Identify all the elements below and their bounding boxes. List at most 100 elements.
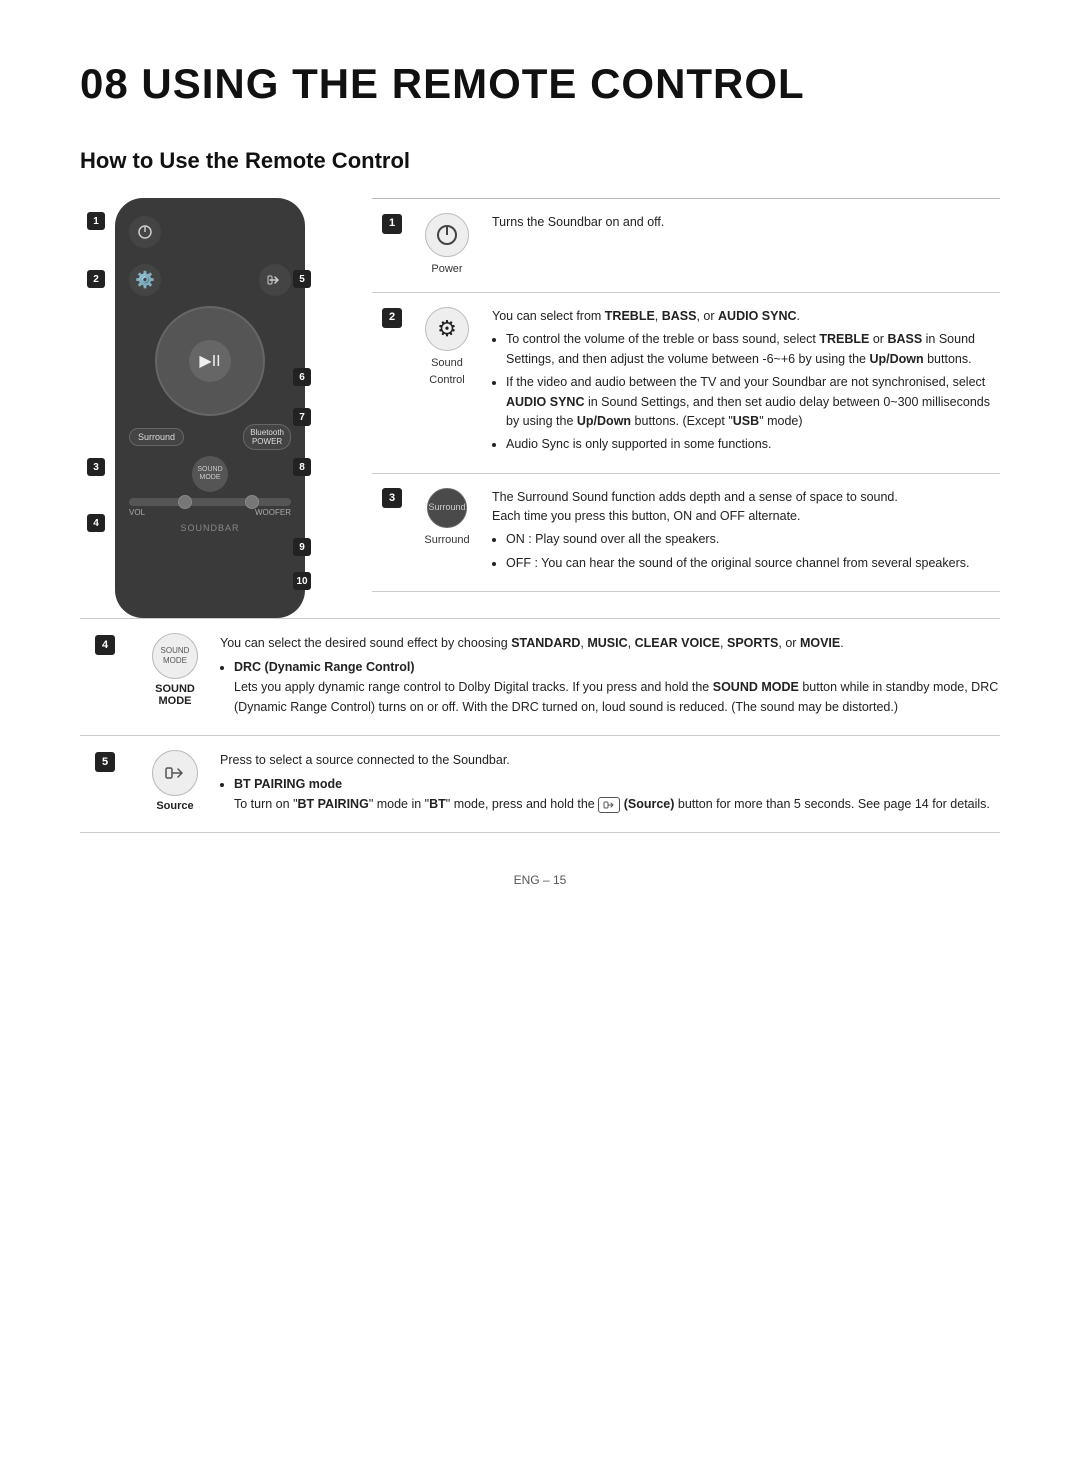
- row2-bullet-list: To control the volume of the treble or b…: [506, 330, 990, 454]
- row5-description: Press to select a source connected to th…: [220, 750, 1000, 818]
- source-button[interactable]: [259, 264, 291, 296]
- remote-label-3: 3: [87, 458, 105, 476]
- slider-track: [129, 498, 291, 506]
- row2-badge: 2: [382, 308, 402, 328]
- slider-handle-woofer[interactable]: [245, 495, 259, 509]
- descriptions-section: 1 Power Turns the Soundbar on and off.: [372, 198, 1000, 618]
- soundbar-label: SOUNDBAR: [129, 523, 291, 533]
- bt-pairing-heading: BT PAIRING mode: [234, 777, 342, 791]
- bass-bold: BASS: [662, 309, 697, 323]
- row5-icon-cell: Source: [130, 750, 220, 818]
- row5-num: 5: [80, 750, 130, 818]
- row4-icon-label: SOUND MODE: [140, 683, 210, 707]
- remote-label-9: 9: [293, 538, 311, 556]
- source-bold: (Source): [624, 797, 675, 811]
- remote-label-2: 2: [87, 270, 105, 288]
- remote-row-2: ⚙️: [129, 264, 291, 296]
- woofer-label: WOOFER: [255, 508, 291, 517]
- descriptions-table: 1 Power Turns the Soundbar on and off.: [372, 198, 1000, 592]
- movie-bold: MOVIE: [800, 636, 840, 650]
- row5-bullet-list: BT PAIRING mode To turn on "BT PAIRING" …: [234, 774, 1000, 814]
- page-title: 08 USING THE REMOTE CONTROL: [80, 60, 1000, 108]
- table-row-1: 1 Power Turns the Soundbar on and off.: [372, 199, 1000, 293]
- remote-label-8: 8: [293, 458, 311, 476]
- standard-bold: STANDARD: [511, 636, 580, 650]
- remote-label-4: 4: [87, 514, 105, 532]
- slider-labels: VOL WOOFER: [129, 508, 291, 517]
- remote-body: ⚙️ ▶II Surround: [115, 198, 305, 618]
- section-title: How to Use the Remote Control: [80, 148, 1000, 174]
- source-icon-circle: [152, 750, 198, 796]
- row1-icon-label: Power: [422, 261, 472, 278]
- remote-label-1: 1: [87, 212, 105, 230]
- sound-mode-icon-circle: SOUNDMODE: [152, 633, 198, 679]
- vol-label: VOL: [129, 508, 145, 517]
- power-icon-circle: [425, 213, 469, 257]
- row3-icon-cell: Surround Surround: [412, 473, 482, 592]
- play-pause-button[interactable]: ▶II: [189, 340, 231, 382]
- row4-badge: 4: [95, 635, 115, 655]
- sound-control-icon-circle: ⚙: [425, 307, 469, 351]
- bluetooth-power-button[interactable]: BluetoothPOWER: [243, 424, 291, 450]
- treble-bold: TREBLE: [605, 309, 655, 323]
- source-icon-inline: [603, 799, 615, 811]
- table-row-3: 3 Surround Surround The Surround Sound f…: [372, 473, 1000, 592]
- audio-sync-bold: AUDIO SYNC: [718, 309, 796, 323]
- row3-num: 3: [372, 473, 412, 592]
- row2-description: You can select from TREBLE, BASS, or AUD…: [482, 293, 1000, 474]
- remote-slider-row: VOL WOOFER: [129, 498, 291, 517]
- row2-bullet-2: If the video and audio between the TV an…: [506, 373, 990, 431]
- remote-row-surround: Surround BluetoothPOWER: [129, 424, 291, 450]
- clear-voice-bold: CLEAR VOICE: [635, 636, 720, 650]
- drc-heading: DRC (Dynamic Range Control): [234, 660, 415, 674]
- page-number: ENG – 15: [514, 873, 567, 887]
- remote-container: 1 2 3 4 5 6 7 8 9 10: [105, 198, 315, 618]
- nav-ring[interactable]: ▶II: [155, 306, 265, 416]
- row5-bullet-1: BT PAIRING mode To turn on "BT PAIRING" …: [234, 774, 1000, 814]
- music-bold: MUSIC: [587, 636, 627, 650]
- sound-mode-container: SOUNDMODE: [129, 456, 291, 492]
- bottom-row-5: 5 Source Press to select a source connec…: [80, 736, 1000, 833]
- row3-bullet-list: ON : Play sound over all the speakers. O…: [506, 530, 990, 573]
- row3-bullet-2: OFF : You can hear the sound of the orig…: [506, 554, 990, 573]
- surround-button[interactable]: Surround: [129, 428, 184, 446]
- row4-icon-cell: SOUNDMODE SOUND MODE: [130, 633, 220, 721]
- slider-handle-vol[interactable]: [178, 495, 192, 509]
- row2-bullet-1: To control the volume of the treble or b…: [506, 330, 990, 369]
- row3-bullet-1: ON : Play sound over all the speakers.: [506, 530, 990, 549]
- row4-bullet-list: DRC (Dynamic Range Control) Lets you app…: [234, 657, 1000, 717]
- table-row-2: 2 ⚙ Sound Control You can select from TR…: [372, 293, 1000, 474]
- row1-badge: 1: [382, 214, 402, 234]
- nav-ring-container: ▶II: [129, 306, 291, 416]
- row1-description: Turns the Soundbar on and off.: [482, 199, 1000, 293]
- row2-icon-cell: ⚙ Sound Control: [412, 293, 482, 474]
- row1-num: 1: [372, 199, 412, 293]
- row4-num: 4: [80, 633, 130, 721]
- power-icon: [435, 223, 459, 247]
- power-button[interactable]: [129, 216, 161, 248]
- row5-badge: 5: [95, 752, 115, 772]
- source-icon: [164, 762, 186, 784]
- row2-num: 2: [372, 293, 412, 474]
- sports-bold: SPORTS: [727, 636, 778, 650]
- row2-bullet-3: Audio Sync is only supported in some fun…: [506, 435, 990, 454]
- remote-label-5: 5: [293, 270, 311, 288]
- row2-icon-label: Sound Control: [422, 355, 472, 389]
- remote-label-7: 7: [293, 408, 311, 426]
- row3-icon-label: Surround: [422, 532, 472, 549]
- sound-mode-button[interactable]: SOUNDMODE: [192, 456, 228, 492]
- surround-icon: Surround: [427, 488, 467, 528]
- row4-description: You can select the desired sound effect …: [220, 633, 1000, 721]
- bottom-section: 4 SOUNDMODE SOUND MODE You can select th…: [80, 618, 1000, 833]
- sound-mode-icon: SOUNDMODE: [161, 646, 190, 667]
- source-button-ref: [598, 797, 620, 813]
- main-content: 1 2 3 4 5 6 7 8 9 10: [80, 198, 1000, 618]
- remote-label-6: 6: [293, 368, 311, 386]
- remote-label-10: 10: [293, 572, 311, 590]
- remote-wrapper: 1 2 3 4 5 6 7 8 9 10: [80, 198, 340, 618]
- row3-description: The Surround Sound function adds depth a…: [482, 473, 1000, 592]
- sound-control-button[interactable]: ⚙️: [129, 264, 161, 296]
- row4-bullet-1: DRC (Dynamic Range Control) Lets you app…: [234, 657, 1000, 717]
- page-footer: ENG – 15: [80, 873, 1000, 887]
- remote-row-1: [129, 216, 291, 248]
